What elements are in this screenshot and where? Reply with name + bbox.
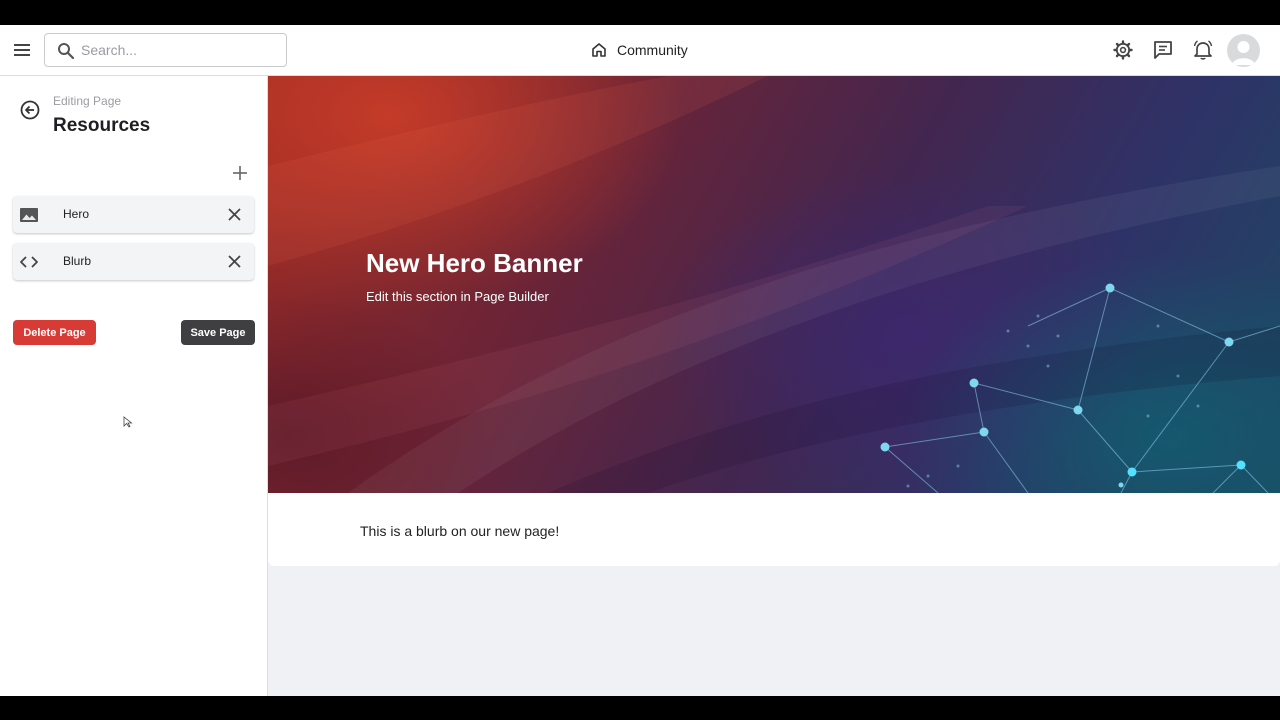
search-box[interactable] — [44, 33, 287, 67]
code-icon — [20, 256, 38, 268]
top-bar: Community — [0, 25, 1280, 76]
app-window: Community — [0, 25, 1280, 696]
breadcrumb-label: Community — [617, 42, 688, 58]
add-section-icon[interactable] — [231, 164, 249, 182]
section-label: Hero — [63, 207, 90, 221]
settings-icon[interactable] — [1111, 38, 1135, 62]
hero-background-art — [268, 76, 1280, 493]
section-block-blurb[interactable]: Blurb — [13, 243, 254, 280]
page-preview: New Hero Banner Edit this section in Pag… — [268, 76, 1280, 696]
close-icon[interactable] — [226, 206, 243, 223]
section-block-hero[interactable]: Hero — [13, 196, 254, 233]
blurb-text: This is a blurb on our new page! — [360, 523, 560, 539]
back-arrow-icon[interactable] — [19, 99, 41, 121]
chat-icon[interactable] — [1151, 38, 1175, 62]
breadcrumb-community[interactable]: Community — [590, 39, 688, 61]
page-title: Resources — [53, 115, 151, 136]
editing-page-label: Editing Page — [53, 94, 122, 108]
avatar[interactable] — [1227, 34, 1260, 67]
home-icon — [592, 43, 606, 57]
notification-bell-icon[interactable] — [1191, 38, 1215, 62]
mouse-cursor-icon — [123, 416, 133, 428]
section-label: Blurb — [63, 254, 92, 268]
hero-subtitle: Edit this section in Page Builder — [366, 289, 549, 304]
search-icon — [58, 43, 75, 60]
delete-page-button[interactable]: Delete Page — [13, 320, 96, 345]
image-icon — [20, 208, 38, 222]
avatar-icon — [1232, 41, 1255, 65]
hero-banner[interactable]: New Hero Banner Edit this section in Pag… — [268, 76, 1280, 493]
blurb-section[interactable]: This is a blurb on our new page! — [268, 493, 1280, 566]
close-icon[interactable] — [226, 253, 243, 270]
search-input[interactable] — [81, 34, 281, 66]
hero-title: New Hero Banner — [366, 248, 583, 278]
menu-icon[interactable] — [12, 40, 32, 60]
page-editor-sidebar: Editing Page Resources Hero Blurb Delete… — [0, 76, 268, 696]
save-page-button[interactable]: Save Page — [181, 320, 255, 345]
